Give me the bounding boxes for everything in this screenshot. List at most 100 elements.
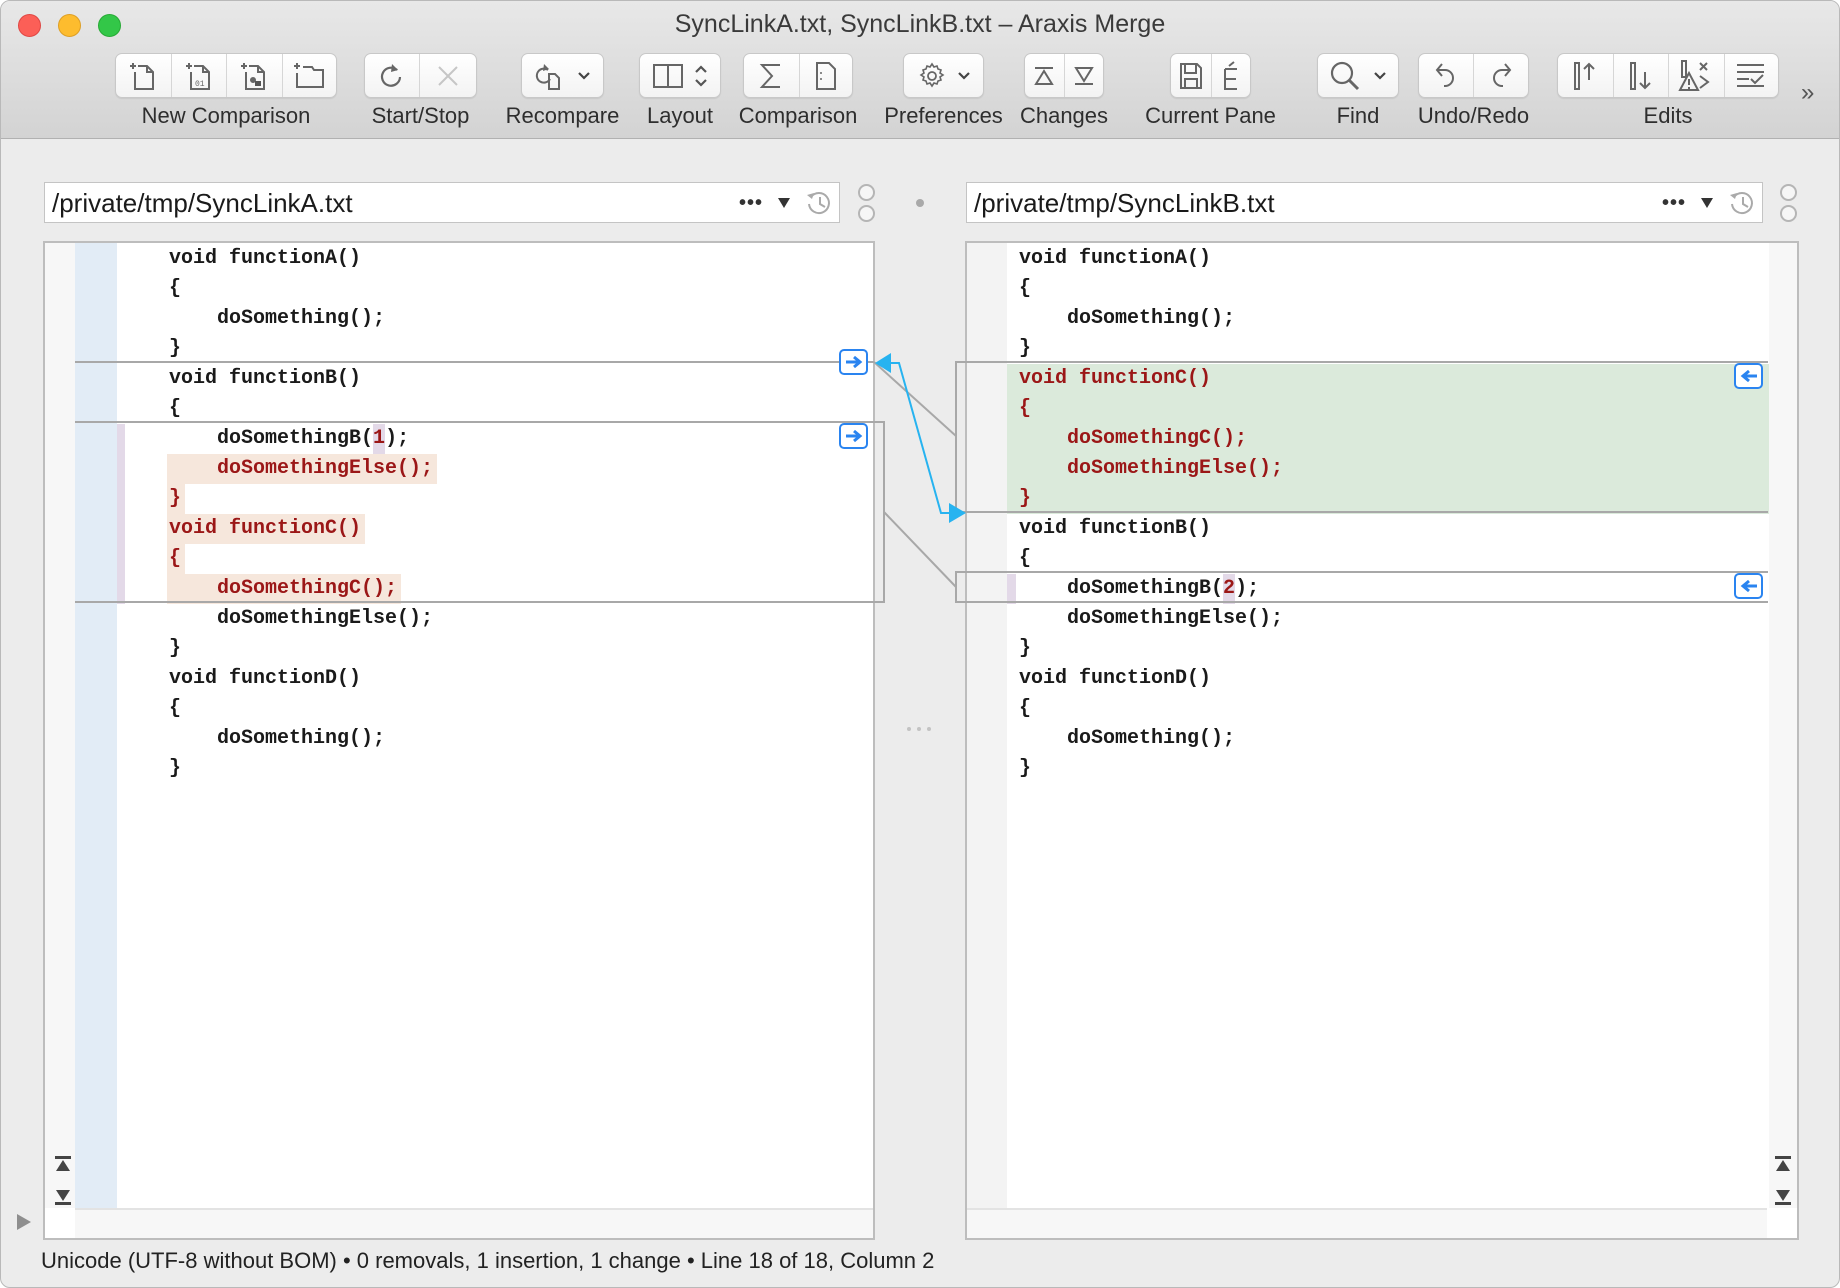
code-line[interactable]: void functionC() [169, 514, 361, 544]
right-pane-radio-2[interactable] [1780, 205, 1797, 222]
stop-button[interactable] [420, 54, 476, 97]
code-line[interactable]: void functionA() [169, 244, 361, 274]
right-code-area[interactable]: void functionA(){ doSomething();} void fu… [1007, 243, 1769, 1210]
code-line[interactable]: void functionB() [1019, 514, 1211, 544]
copy-right-button[interactable] [839, 423, 868, 449]
code-line[interactable]: { [1019, 544, 1031, 574]
left-horizontal-scrollbar[interactable] [75, 1208, 873, 1238]
code-line[interactable]: } [169, 334, 181, 364]
code-line[interactable]: { [169, 544, 181, 574]
sigma-icon [760, 63, 781, 88]
dropdown-triangle-icon[interactable] [777, 197, 791, 209]
change-bar [117, 424, 125, 604]
clear-conflicts-button[interactable] [1669, 54, 1725, 97]
code-line[interactable]: doSomethingC(); [1019, 424, 1247, 454]
new-image-comparison-button[interactable] [227, 54, 283, 97]
two-pane-layout-icon [653, 63, 683, 88]
start-button[interactable] [365, 54, 421, 97]
save-button[interactable] [1171, 54, 1212, 97]
code-line[interactable]: } [1019, 754, 1031, 784]
code-line[interactable]: } [169, 754, 181, 784]
copy-right-button[interactable] [839, 349, 868, 375]
history-icon[interactable] [805, 189, 833, 217]
right-browse-button[interactable]: ••• [1662, 192, 1686, 215]
code-line[interactable]: void functionD() [1019, 664, 1211, 694]
comparison-summary-button[interactable] [744, 54, 800, 97]
new-folder-comparison-button[interactable] [283, 54, 337, 97]
left-scroll-top-bottom[interactable] [54, 1155, 72, 1211]
preferences-button[interactable] [904, 54, 983, 97]
toolbar-group-recompare: Recompare [506, 53, 619, 128]
insert-below-button[interactable] [1614, 54, 1669, 97]
right-editor-pane[interactable]: void functionA(){ doSomething();} void fu… [965, 241, 1799, 1240]
left-pane-radio-2[interactable] [858, 205, 875, 222]
code-line[interactable]: { [1019, 274, 1031, 304]
jump-to-top-icon[interactable] [1774, 1155, 1792, 1173]
dropdown-triangle-icon[interactable] [1700, 197, 1714, 209]
code-line[interactable]: { [1019, 694, 1031, 724]
layout-button[interactable] [640, 54, 720, 97]
clear-conflicts-icon [1678, 59, 1710, 91]
code-line[interactable]: doSomethingB(2); [1019, 574, 1259, 604]
jump-to-top-icon[interactable] [54, 1155, 72, 1173]
right-scroll-top-bottom[interactable] [1774, 1155, 1792, 1211]
code-line[interactable]: { [169, 694, 181, 724]
search-icon [1330, 61, 1360, 90]
chevron-down-icon [577, 71, 590, 80]
code-line[interactable]: } [169, 634, 181, 664]
code-line[interactable]: void functionA() [1019, 244, 1211, 274]
code-line[interactable]: } [169, 484, 181, 514]
pane-splitter-handle[interactable] [907, 727, 931, 731]
find-button[interactable] [1318, 54, 1398, 97]
comparison-report-button[interactable] [800, 54, 852, 97]
expand-panel-triangle[interactable] [17, 1214, 31, 1230]
arrow-right-icon [845, 429, 862, 443]
undo-button[interactable] [1419, 54, 1474, 97]
code-line[interactable]: doSomethingElse(); [169, 454, 433, 484]
left-editor-pane[interactable]: void functionA(){ doSomething();} void fu… [43, 241, 875, 1240]
code-line[interactable]: { [169, 274, 181, 304]
jump-to-bottom-icon[interactable] [1774, 1188, 1792, 1206]
history-icon[interactable] [1728, 189, 1756, 217]
code-line[interactable]: { [169, 394, 181, 424]
left-browse-button[interactable]: ••• [739, 192, 763, 215]
next-change-button[interactable] [1065, 54, 1103, 97]
code-line[interactable]: } [1019, 484, 1031, 514]
code-line[interactable]: } [1019, 334, 1031, 364]
code-line[interactable]: doSomething(); [169, 304, 385, 334]
code-line[interactable]: doSomethingC(); [169, 574, 397, 604]
code-line[interactable]: doSomething(); [1019, 724, 1235, 754]
insert-above-button[interactable] [1558, 54, 1614, 97]
encoding-button[interactable] [1212, 54, 1250, 97]
left-pane-radio-1[interactable] [858, 184, 875, 201]
right-pane-radio-1[interactable] [1780, 184, 1797, 201]
previous-change-button[interactable] [1025, 54, 1065, 97]
new-text-comparison-button[interactable] [116, 54, 172, 97]
apply-edits-button[interactable] [1725, 54, 1779, 97]
right-path-field[interactable]: /private/tmp/SyncLinkB.txt ••• [966, 182, 1763, 223]
right-horizontal-scrollbar[interactable] [967, 1208, 1767, 1238]
code-line[interactable]: void functionD() [169, 664, 361, 694]
copy-left-button[interactable] [1734, 363, 1763, 389]
code-line[interactable]: doSomethingElse(); [1019, 454, 1283, 484]
code-line[interactable]: void functionB() [169, 364, 361, 394]
code-line[interactable]: doSomething(); [1019, 304, 1235, 334]
new-binary-comparison-button[interactable]: 01 [172, 54, 227, 97]
toolbar-overflow-button[interactable]: » [1801, 79, 1814, 107]
code-line[interactable]: doSomethingElse(); [1019, 604, 1283, 634]
stop-icon [438, 65, 458, 86]
toolbar-group-new-comparison: 01 New Comparison [115, 53, 337, 128]
code-line[interactable]: doSomethingElse(); [169, 604, 433, 634]
code-line[interactable]: { [1019, 394, 1031, 424]
code-line[interactable]: doSomethingB(1); [169, 424, 409, 454]
copy-left-button[interactable] [1734, 573, 1763, 599]
left-path-field[interactable]: /private/tmp/SyncLinkA.txt ••• [44, 182, 840, 223]
jump-to-bottom-icon[interactable] [54, 1188, 72, 1206]
code-line[interactable]: void functionC() [1019, 364, 1211, 394]
recompare-button[interactable] [522, 54, 603, 97]
redo-button[interactable] [1474, 54, 1528, 97]
left-code-area[interactable]: void functionA(){ doSomething();} void fu… [117, 243, 873, 1210]
code-line[interactable]: } [1019, 634, 1031, 664]
code-line[interactable]: doSomething(); [169, 724, 385, 754]
change-bar [1007, 574, 1016, 604]
